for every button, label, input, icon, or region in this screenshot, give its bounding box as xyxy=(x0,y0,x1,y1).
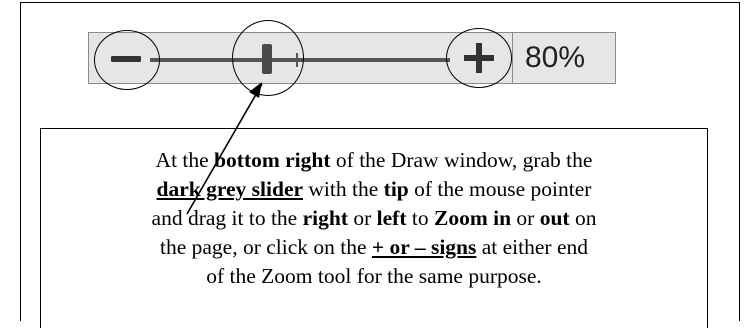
emphasis-bold: tip xyxy=(383,177,409,201)
text-run: or xyxy=(347,206,377,230)
text-run: of the Zoom tool for the same purpose. xyxy=(206,264,542,288)
instruction-text: At the bottom right of the Draw window, … xyxy=(42,146,706,291)
text-run: the page, or click on the xyxy=(159,235,372,259)
emphasis-bold: left xyxy=(376,206,407,230)
text-run: with the xyxy=(303,177,384,201)
emphasis-bold: right xyxy=(302,206,348,230)
emphasis-bold: Zoom in xyxy=(433,206,512,230)
text-run: on xyxy=(569,206,597,230)
instruction-line-5: of the Zoom tool for the same purpose. xyxy=(42,262,706,291)
text-run: or xyxy=(511,206,540,230)
text-run: At the xyxy=(155,148,215,172)
emphasis-underline: dark grey slider xyxy=(156,177,304,201)
instruction-line-1: At the bottom right of the Draw window, … xyxy=(42,146,706,175)
text-run: of the Draw window, grab the xyxy=(330,148,593,172)
emphasis-bold: bottom right xyxy=(214,148,331,172)
instruction-line-3: and drag it to the right or left to Zoom… xyxy=(42,204,706,233)
instruction-line-2: dark grey slider with the tip of the mou… xyxy=(42,175,706,204)
text-run: and drag it to the xyxy=(151,206,303,230)
emphasis-bold: out xyxy=(539,206,570,230)
text-run: at either end xyxy=(476,235,589,259)
text-run: of the mouse pointer xyxy=(408,177,592,201)
instruction-line-4: the page, or click on the + or – signs a… xyxy=(42,233,706,262)
text-run: to xyxy=(406,206,434,230)
emphasis-underline: + or – signs xyxy=(371,235,477,259)
arrow-head xyxy=(249,82,262,98)
